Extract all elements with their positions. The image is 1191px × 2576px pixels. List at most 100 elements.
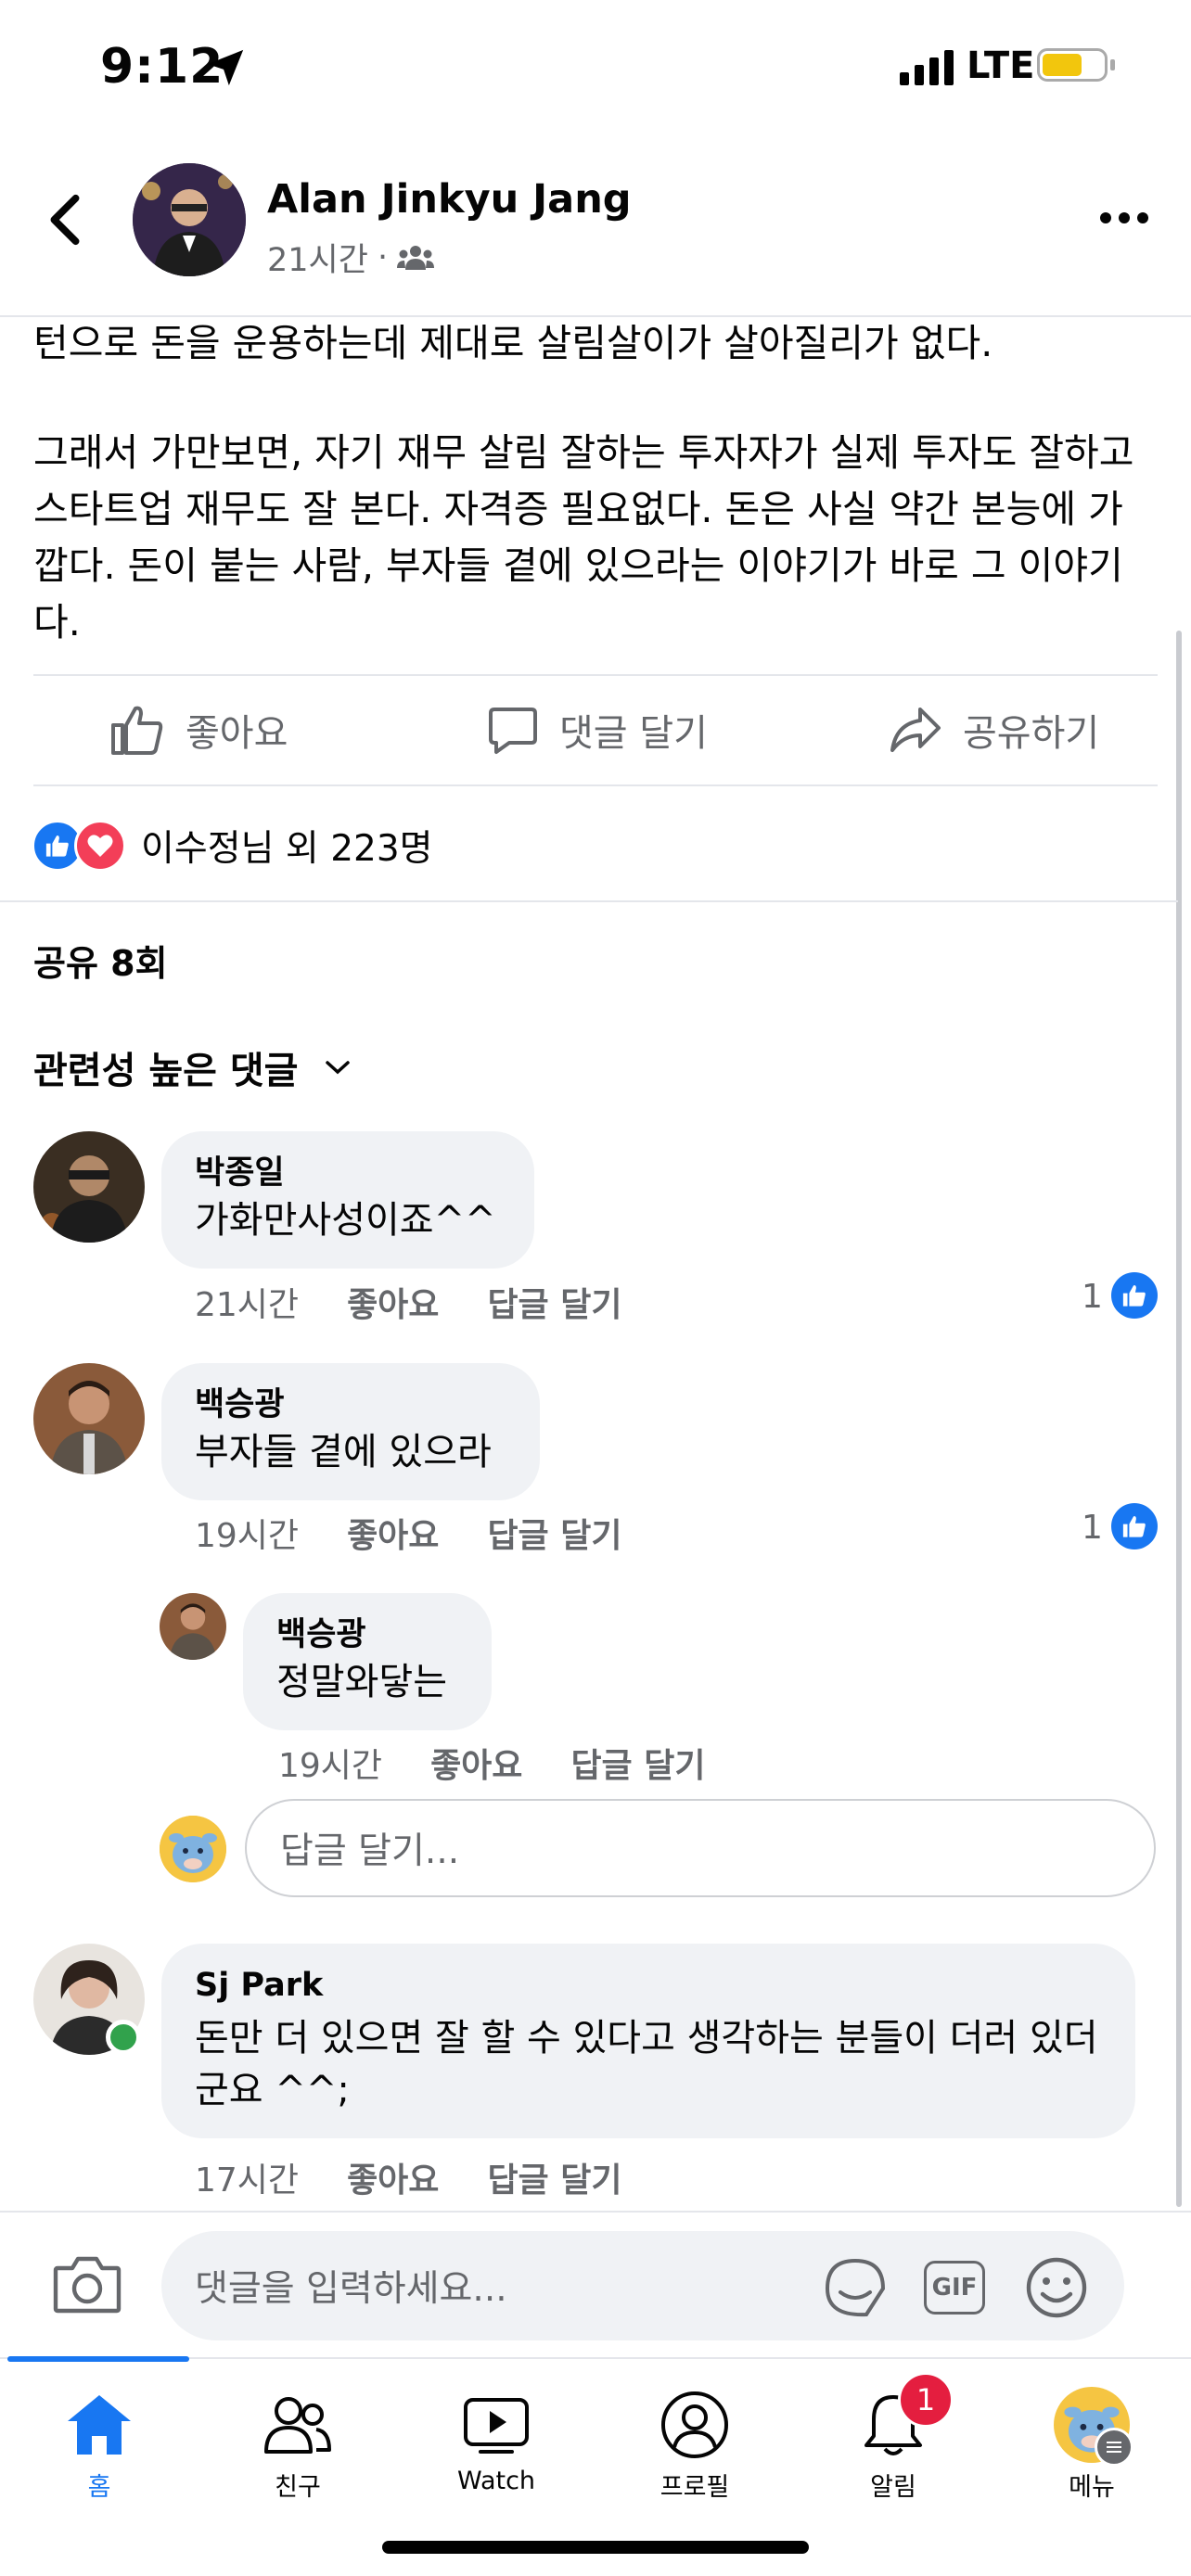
notification-badge: 1 [898, 2372, 954, 2428]
post-text-paragraph: 그래서 가만보면, 자기 재무 살림 잘하는 투자자가 실제 투자도 잘하고 스… [33, 430, 1134, 644]
tab-menu[interactable]: 메뉴 [992, 2383, 1191, 2503]
tab-watch[interactable]: Watch [397, 2383, 596, 2495]
tab-profile[interactable]: 프로필 [596, 2383, 794, 2503]
current-user-avatar [160, 1816, 226, 1882]
reply-like-button[interactable]: 좋아요 [430, 1739, 522, 1787]
profile-icon [661, 2391, 728, 2458]
comment-like-button[interactable]: 좋아요 [347, 1278, 439, 1326]
scrollbar[interactable] [1176, 631, 1182, 2207]
comment-time[interactable]: 21시간 [195, 1278, 299, 1326]
tab-menu-label: 메뉴 [1069, 2473, 1115, 2502]
comment-meta: 19시간 좋아요 답글 달기 [195, 1509, 670, 1557]
reply-avatar[interactable] [160, 1593, 226, 1660]
commenter-name[interactable]: 박종일 [195, 1152, 501, 1194]
share-label: 공유하기 [963, 712, 1100, 755]
divider-top [33, 674, 1158, 676]
tab-home-label: 홈 [87, 2473, 111, 2502]
reply-name[interactable]: 백승광 [276, 1613, 458, 1656]
comment-bubble[interactable]: Sj Park 돈만 더 있으면 잘 할 수 있다고 생각하는 분들이 더러 있… [161, 1944, 1135, 2138]
comment-text: 부자들 곁에 있으라 [195, 1431, 492, 1473]
post-time[interactable]: 21시간 [267, 234, 368, 281]
comment-like-button[interactable]: 좋아요 [347, 1509, 439, 1557]
commenter-avatar[interactable] [33, 1363, 145, 1474]
like-label: 좋아요 [186, 712, 288, 755]
thumbs-up-icon [111, 706, 163, 755]
more-options-icon[interactable] [1100, 212, 1148, 223]
reply-reply-button[interactable]: 답글 달기 [570, 1739, 705, 1787]
camera-icon[interactable] [52, 2253, 122, 2315]
commenter-photo [33, 1363, 145, 1474]
battery-tip [1110, 59, 1115, 70]
meta-separator: · [377, 238, 389, 276]
chevron-down-icon [326, 1061, 351, 1075]
commenter-name[interactable]: 백승광 [195, 1384, 506, 1426]
author-avatar[interactable] [133, 163, 246, 276]
reply-bubble[interactable]: 백승광 정말와닿는 [243, 1593, 492, 1730]
sticker-icon[interactable] [822, 2255, 889, 2320]
tab-friends[interactable]: 친구 [198, 2383, 397, 2503]
reply-photo [160, 1593, 226, 1660]
comment-time[interactable]: 17시간 [195, 2153, 299, 2201]
back-icon[interactable] [46, 193, 83, 247]
comment-like-count: 1 [1082, 1509, 1103, 1547]
tab-notifications[interactable]: 알림 [794, 2383, 992, 2503]
share-arrow-icon [890, 708, 941, 752]
active-tab-indicator [7, 2356, 189, 2362]
reply-input[interactable]: 답글 달기... [245, 1799, 1156, 1897]
gif-button[interactable]: GIF [924, 2261, 985, 2315]
like-reaction-icon[interactable] [1111, 1503, 1158, 1549]
reaction-summary[interactable]: 이수정님 외 223명 [32, 820, 433, 872]
notification-count: 1 [916, 2382, 936, 2417]
section-divider [0, 900, 1178, 902]
emoji-icon[interactable] [1024, 2255, 1089, 2320]
post-meta: 21시간 · [267, 234, 435, 281]
commenter-photo [33, 1131, 145, 1243]
comment-bubble-icon [489, 708, 537, 754]
share-count[interactable]: 공유 8회 [33, 935, 168, 986]
cartoon-cow-avatar-icon [160, 1816, 226, 1882]
comment-bubble[interactable]: 백승광 부자들 곁에 있으라 [161, 1363, 540, 1500]
commenter-name[interactable]: Sj Park [195, 1964, 1102, 2007]
divider-bottom [33, 784, 1158, 786]
reply-time[interactable]: 19시간 [278, 1739, 382, 1787]
comment-time[interactable]: 19시간 [195, 1509, 299, 1557]
comment-reply-button[interactable]: 답글 달기 [487, 1278, 621, 1326]
comment-text: 가화만사성이죠^^ [195, 1199, 496, 1242]
share-button[interactable]: 공유하기 [889, 703, 1099, 757]
comment-text: 돈만 더 있으면 잘 할 수 있다고 생각하는 분들이 더러 있더군요 ^^; [195, 2017, 1098, 2111]
comment-button[interactable]: 댓글 달기 [487, 703, 708, 757]
comment-meta: 21시간 좋아요 답글 달기 [195, 1278, 670, 1326]
friends-icon [264, 2397, 331, 2454]
tab-home[interactable]: 홈 [0, 2383, 198, 2503]
like-button[interactable]: 좋아요 [109, 703, 288, 757]
signal-icon [900, 50, 954, 85]
comment-like-button[interactable]: 좋아요 [347, 2153, 439, 2201]
home-icon [68, 2395, 131, 2455]
comment-like-count: 1 [1082, 1278, 1103, 1316]
tab-friends-label: 친구 [275, 2473, 321, 2502]
comment-label: 댓글 달기 [559, 712, 708, 755]
location-arrow-icon [207, 49, 244, 86]
tab-watch-label: Watch [456, 2467, 536, 2495]
network-label: LTE [967, 45, 1035, 87]
comment-reply-button[interactable]: 답글 달기 [487, 1509, 621, 1557]
friends-audience-icon [397, 245, 435, 270]
composer-divider [0, 2211, 1191, 2213]
love-reaction-icon [74, 820, 126, 872]
author-name[interactable]: Alan Jinkyu Jang [267, 176, 632, 223]
reaction-count: 이수정님 외 223명 [141, 828, 433, 870]
reply-text: 정말와닿는 [276, 1661, 447, 1703]
home-indicator[interactable] [382, 2541, 809, 2554]
tab-profile-label: 프로필 [660, 2473, 730, 2502]
gif-label: GIF [931, 2274, 978, 2302]
comment-sort-dropdown[interactable]: 관련성 높은 댓글 [33, 1040, 352, 1094]
comment-bubble[interactable]: 박종일 가화만사성이죠^^ [161, 1131, 534, 1269]
watch-video-icon [464, 2398, 529, 2454]
comment-meta: 17시간 좋아요 답글 달기 [195, 2153, 670, 2201]
comment-sort-label: 관련성 높은 댓글 [33, 1050, 299, 1092]
menu-hamburger-icon [1095, 2428, 1133, 2467]
like-reaction-icon[interactable] [1111, 1272, 1158, 1319]
comment-reply-button[interactable]: 답글 달기 [487, 2153, 621, 2201]
commenter-avatar[interactable] [33, 1131, 145, 1243]
author-photo [133, 163, 246, 276]
